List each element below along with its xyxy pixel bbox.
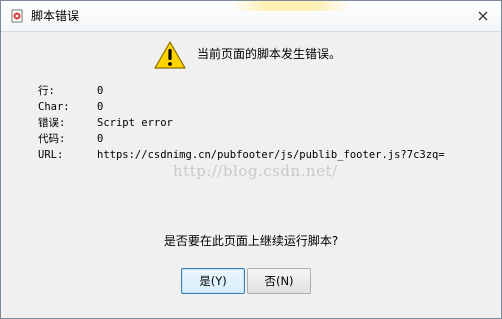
detail-label: URL: (38, 149, 64, 161)
detail-value: 0 (97, 133, 104, 145)
error-page-icon (11, 9, 23, 23)
detail-label: 代码: (38, 133, 66, 145)
detail-value: Script error (97, 117, 173, 129)
detail-label: Char: (38, 101, 70, 113)
detail-value: https://csdnimg.cn/pubfooter/js/publib_f… (97, 149, 445, 161)
detail-label: 行: (38, 85, 55, 97)
no-button[interactable]: 否(N) (247, 268, 311, 294)
detail-label: 错误: (38, 117, 66, 129)
title-bar[interactable]: 脚本错误 (1, 1, 501, 32)
detail-value: 0 (97, 101, 104, 113)
script-error-dialog: 脚本错误 当前页面的脚本发生错误。 行: 0 Char: 0 错误: Scrip… (0, 0, 502, 319)
yes-button[interactable]: 是(Y) (181, 268, 245, 294)
title-bar-decoration (231, 1, 351, 11)
error-headline: 当前页面的脚本发生错误。 (197, 47, 342, 61)
continue-question: 是否要在此页面上继续运行脚本? (163, 234, 339, 248)
detail-value: 0 (97, 85, 104, 97)
close-button[interactable] (474, 7, 492, 25)
warning-triangle-icon (154, 41, 186, 69)
window-title: 脚本错误 (31, 9, 80, 23)
dialog-content: 当前页面的脚本发生错误。 行: 0 Char: 0 错误: Script err… (1, 32, 501, 318)
blog-watermark: http://blog.csdn.net/ (173, 162, 338, 180)
close-icon (478, 11, 488, 21)
